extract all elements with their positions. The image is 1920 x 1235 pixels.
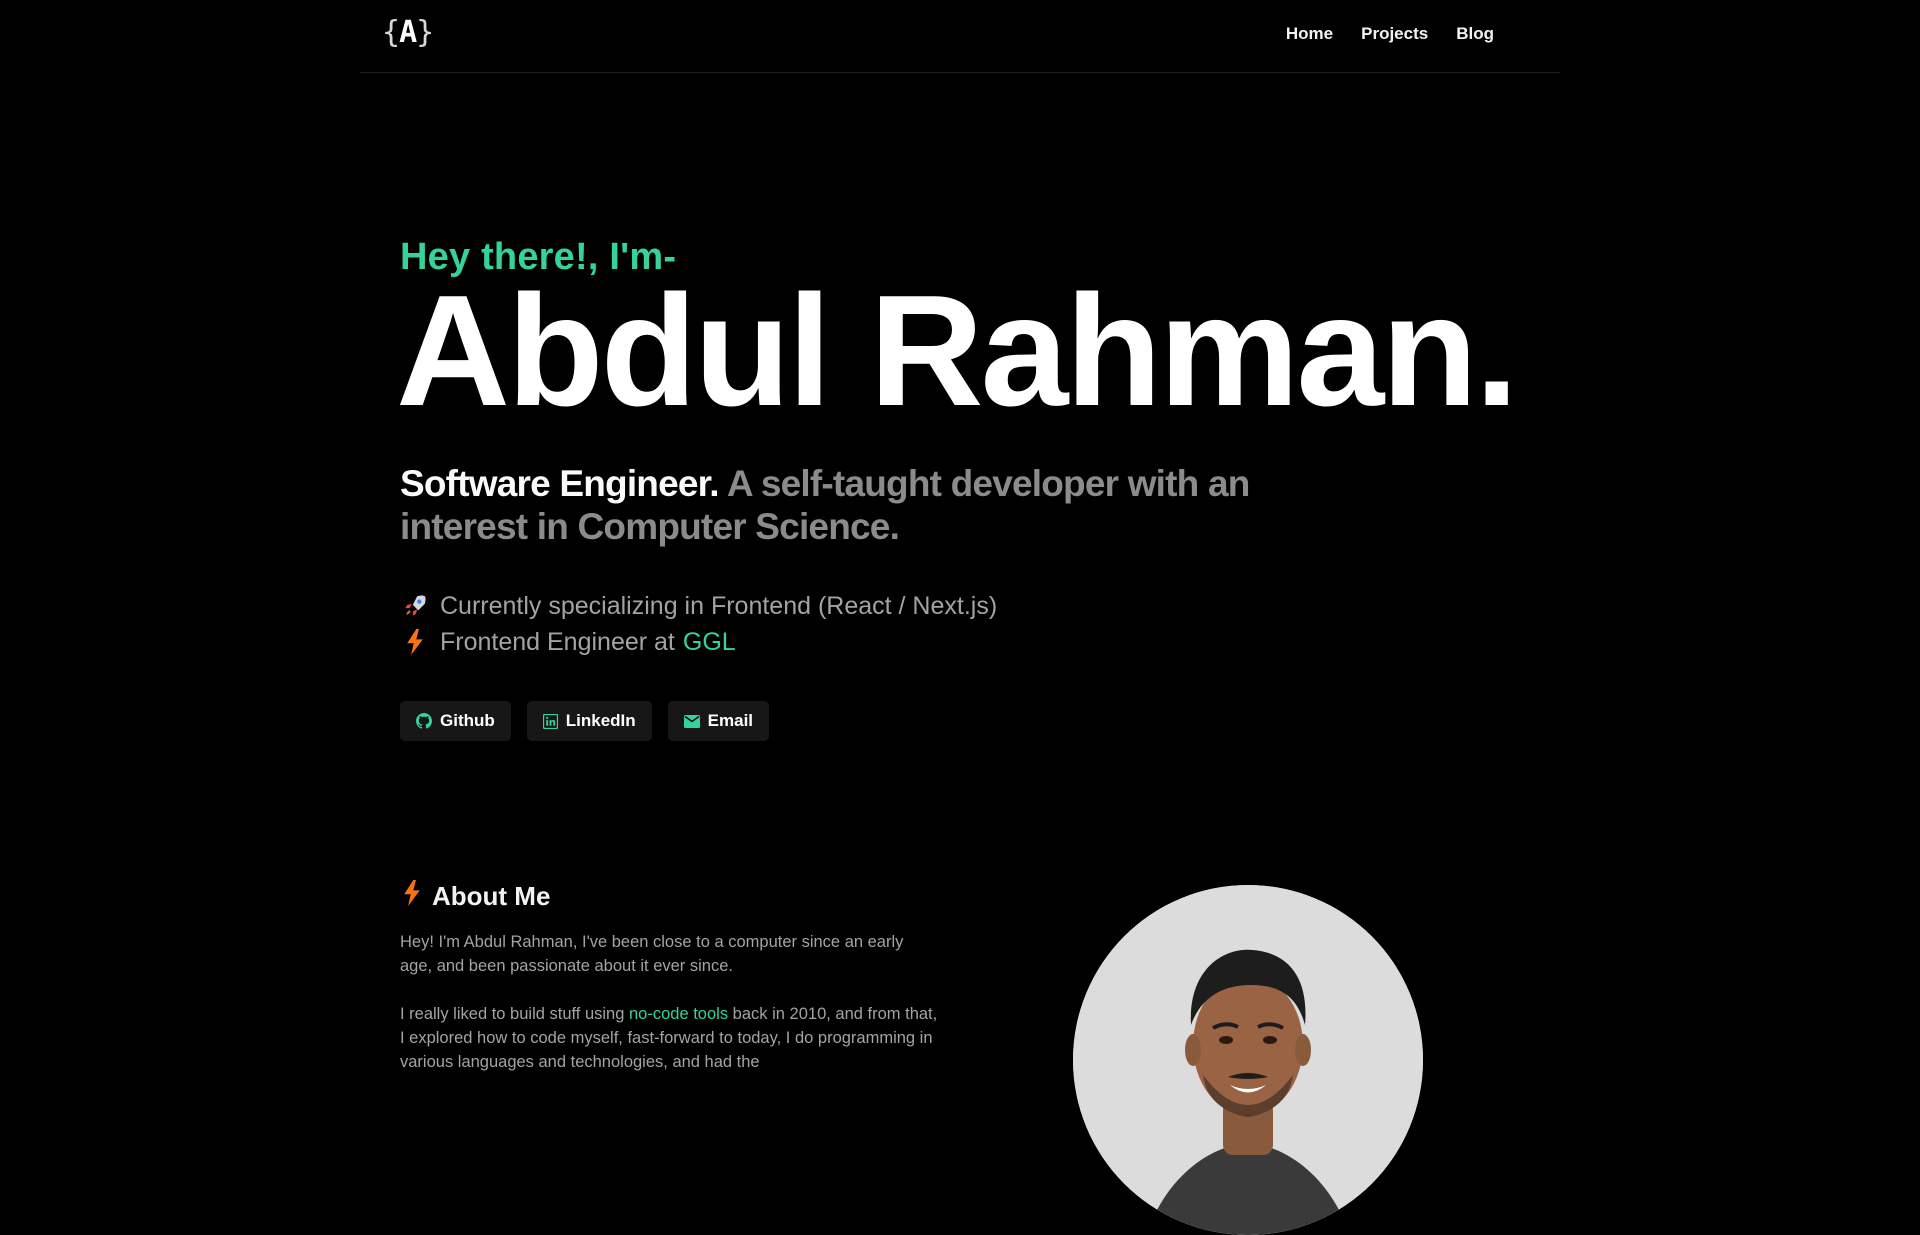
rocket-icon xyxy=(400,593,430,619)
tagline-role: Software Engineer. xyxy=(400,463,720,504)
nav-link-projects[interactable]: Projects xyxy=(1361,24,1428,44)
hero-name: Abdul Rahman. xyxy=(396,263,1519,439)
github-label: Github xyxy=(440,711,495,730)
email-label: Email xyxy=(707,711,754,730)
hero-facts: Currently specializing in Frontend (Reac… xyxy=(400,588,997,660)
email-button[interactable]: Email xyxy=(667,701,770,741)
about-title: About Me xyxy=(432,881,551,911)
github-icon xyxy=(416,713,432,729)
github-button[interactable]: Github xyxy=(400,701,511,741)
about-heading: About Me xyxy=(404,880,550,913)
about-body: Hey! I'm Abdul Rahman, I've been close t… xyxy=(400,930,940,1098)
about-paragraph-1: Hey! I'm Abdul Rahman, I've been close t… xyxy=(400,933,904,975)
linkedin-button[interactable]: LinkedIn xyxy=(526,701,652,741)
bolt-icon xyxy=(400,629,430,655)
fact-specialization-text: Currently specializing in Frontend (Reac… xyxy=(440,592,998,620)
company-link[interactable]: GGL xyxy=(683,624,736,660)
site-logo[interactable]: { A } xyxy=(382,15,434,50)
fact-job: Frontend Engineer at GGL xyxy=(400,624,997,660)
fact-specialization: Currently specializing in Frontend (Reac… xyxy=(400,588,997,624)
linkedin-icon xyxy=(542,713,558,729)
logo-left-brace: { xyxy=(382,15,400,50)
logo-letter: A xyxy=(399,15,417,50)
about-p2-before: I really liked to build stuff using xyxy=(400,1005,625,1023)
nav-link-home[interactable]: Home xyxy=(1286,24,1333,44)
logo-right-brace: } xyxy=(416,15,434,50)
social-links: Github LinkedIn Email xyxy=(400,701,770,741)
bolt-icon xyxy=(404,880,420,913)
about-paragraph-2: I really liked to build stuff using no-c… xyxy=(400,1002,940,1074)
mail-icon xyxy=(683,714,700,728)
hero-tagline: Software Engineer. A self-taught develop… xyxy=(400,462,1260,548)
nav-link-blog[interactable]: Blog xyxy=(1456,24,1494,44)
profile-photo xyxy=(1073,885,1423,1235)
top-navbar: { A } Home Projects Blog xyxy=(360,0,1560,73)
fact-job-text: Frontend Engineer at xyxy=(440,628,675,656)
no-code-tools-link[interactable]: no-code tools xyxy=(629,1005,728,1023)
profile-avatar xyxy=(1073,885,1423,1235)
linkedin-label: LinkedIn xyxy=(565,711,636,730)
nav-links: Home Projects Blog xyxy=(1258,24,1494,44)
